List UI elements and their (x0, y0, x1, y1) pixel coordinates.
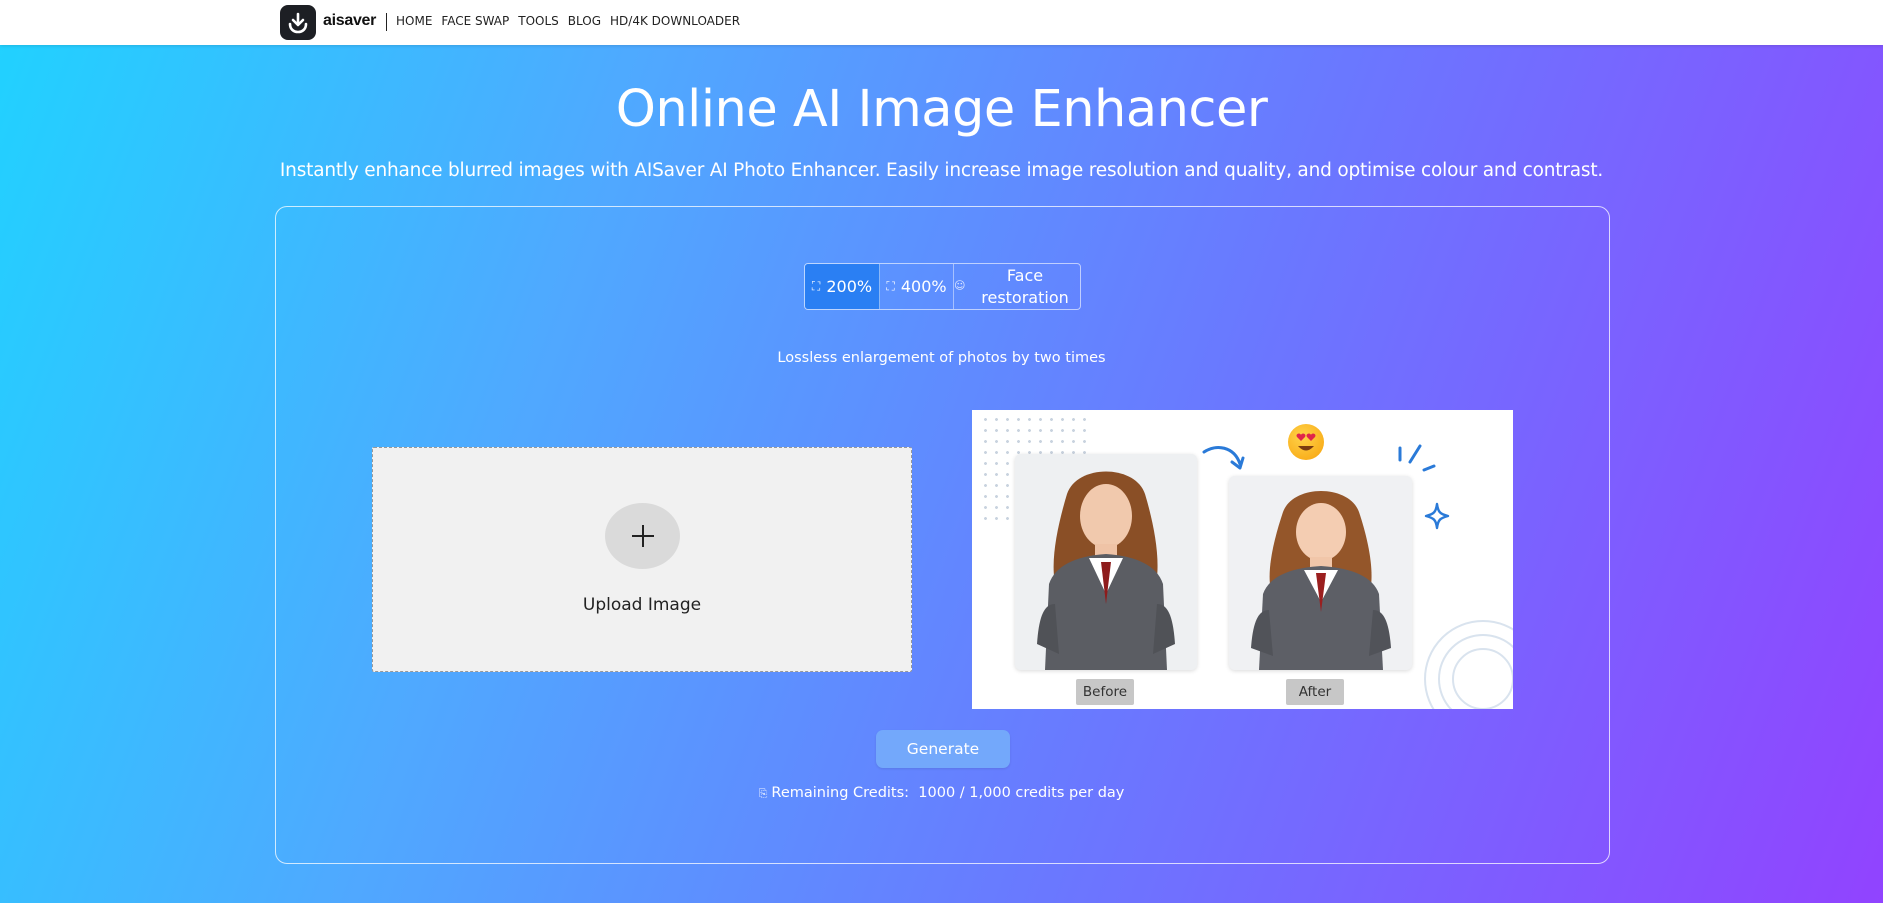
mode-face-restoration-button[interactable]: ☺ Face restoration (954, 264, 1080, 309)
plus-icon[interactable] (605, 503, 680, 569)
nav-hd-4k-downloader[interactable]: HD/4K DOWNLOADER (610, 14, 740, 28)
before-label: Before (1076, 679, 1134, 705)
logo-icon[interactable] (280, 5, 316, 40)
mode-400-label: 400% (900, 277, 947, 296)
mode-selector: ⛶ 200% ⛶ 400% ☺ Face restoration (804, 263, 1081, 310)
star-sparkle-icon (1424, 502, 1450, 530)
main-nav: HOME FACE SWAP TOOLS BLOG HD/4K DOWNLOAD… (396, 14, 740, 28)
credits-value: 1000 / 1,000 credits per day (918, 785, 1125, 801)
before-photo (1015, 454, 1197, 670)
arrow-icon (1202, 446, 1245, 470)
after-label: After (1286, 679, 1344, 705)
upload-label: Upload Image (582, 595, 702, 615)
remaining-credits: ⎘ Remaining Credits: 1000 / 1,000 credits… (0, 785, 1883, 801)
before-after-example: Before After (972, 410, 1513, 709)
arc-decoration-icon (1424, 620, 1513, 709)
nav-home[interactable]: HOME (396, 14, 432, 28)
top-navbar: aisaver HOME FACE SWAP TOOLS BLOG HD/4K … (0, 0, 1883, 45)
page-subtitle: Instantly enhance blurred images with AI… (279, 160, 1604, 181)
logo-text[interactable]: aisaver (323, 12, 376, 30)
heart-eyes-emoji-icon (1288, 424, 1324, 460)
mode-face-restoration-label: Face restoration (981, 265, 1069, 307)
nav-blog[interactable]: BLOG (568, 14, 601, 28)
mode-200-label: 200% (826, 277, 873, 296)
expand-icon: ⛶ (811, 279, 821, 293)
mode-200-button[interactable]: ⛶ 200% (805, 264, 880, 309)
expand-icon: ⛶ (886, 279, 895, 293)
credits-label: Remaining Credits: (771, 785, 910, 801)
mode-description: Lossless enlargement of photos by two ti… (777, 350, 1106, 366)
page-title: Online AI Image Enhancer (615, 80, 1268, 139)
nav-tools[interactable]: TOOLS (518, 14, 559, 28)
after-photo (1229, 476, 1412, 670)
logo-divider (386, 13, 387, 31)
generate-button[interactable]: Generate (876, 730, 1010, 768)
face-icon: ☺ (954, 279, 966, 292)
credits-icon: ⎘ (758, 787, 768, 800)
upload-dropzone[interactable]: Upload Image (372, 447, 912, 672)
mode-400-button[interactable]: ⛶ 400% (880, 264, 954, 309)
nav-face-swap[interactable]: FACE SWAP (441, 14, 509, 28)
sparkle-lines-icon (1398, 444, 1436, 472)
